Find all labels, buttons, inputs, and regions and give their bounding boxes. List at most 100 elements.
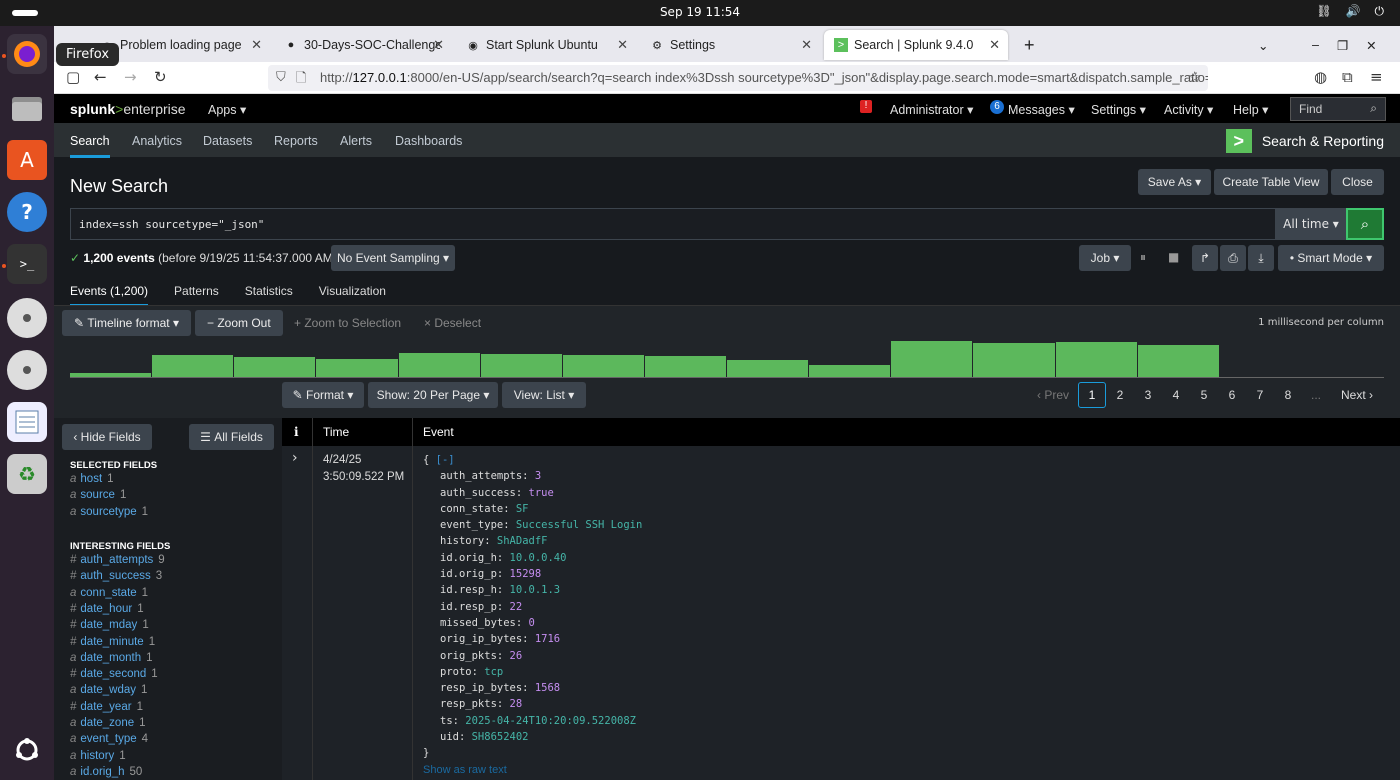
browser-tab[interactable]: ● 30-Days-SOC-Challenge-E ✕ (274, 30, 452, 60)
nav-alerts[interactable]: Alerts (340, 134, 372, 148)
timeline-bar[interactable] (891, 340, 973, 377)
field-item[interactable]: # date_hour 1 (70, 603, 144, 615)
field-item[interactable]: a id.orig_h 50 (70, 766, 142, 778)
time-range-picker[interactable]: All time ▾ (1276, 208, 1346, 240)
alert-icon[interactable]: ! (860, 100, 872, 113)
close-tab-icon[interactable]: ✕ (433, 37, 444, 53)
firefox-icon[interactable] (7, 34, 47, 74)
browser-tab[interactable]: ⚙ Settings ✕ (640, 30, 820, 60)
timeline-bar[interactable] (1055, 342, 1137, 377)
minimize-icon[interactable]: – (1312, 38, 1319, 52)
close-tab-icon[interactable]: ✕ (251, 37, 262, 53)
timeline-bar[interactable] (152, 354, 234, 377)
timeline-bar[interactable] (480, 354, 562, 377)
field-item[interactable]: a host 1 (70, 473, 114, 485)
splunk-logo[interactable]: splunk>enterprise (70, 101, 186, 117)
trash-icon[interactable]: ♻ (7, 454, 47, 494)
show-apps-icon[interactable] (7, 730, 47, 770)
field-item[interactable]: a history 1 (70, 750, 126, 762)
create-table-view-button[interactable]: Create Table View (1214, 169, 1328, 195)
messages-badge[interactable]: 6 (990, 100, 1004, 114)
help-menu[interactable]: Help ▾ (1233, 102, 1268, 117)
files-icon[interactable] (7, 88, 47, 128)
nav-datasets[interactable]: Datasets (203, 134, 252, 148)
close-button[interactable]: Close (1331, 169, 1384, 195)
tab-events[interactable]: Events (1,200) (70, 284, 149, 307)
field-item[interactable]: a date_zone 1 (70, 717, 146, 729)
timeline-bar[interactable] (809, 364, 891, 377)
browser-tab-active[interactable]: > Search | Splunk 9.4.0 ✕ (824, 30, 1008, 60)
show-raw-text-link[interactable]: Show as raw text (423, 762, 642, 778)
disc-icon[interactable] (7, 350, 47, 390)
save-as-button[interactable]: Save As ▾ (1138, 169, 1211, 195)
share-icon[interactable]: ↱ (1192, 245, 1218, 271)
timeline-bar[interactable] (234, 357, 316, 377)
reload-icon[interactable]: ↻ (154, 68, 167, 86)
hide-fields-button[interactable]: ‹ Hide Fields (62, 424, 152, 450)
page-6[interactable]: 6 (1218, 382, 1246, 408)
messages-menu[interactable]: Messages ▾ (1008, 102, 1075, 117)
power-icon[interactable]: ⏻ (1375, 4, 1385, 19)
timeline-bar[interactable] (562, 354, 644, 377)
pause-icon[interactable]: ⏸ (1140, 250, 1146, 265)
page-5[interactable]: 5 (1190, 382, 1218, 408)
url-bar[interactable]: ⛉ 🗋 http://127.0.0.1:8000/en-US/app/sear… (268, 65, 1208, 91)
new-tab-button[interactable]: + (1014, 30, 1045, 60)
deselect-button[interactable]: × Deselect (412, 310, 493, 336)
tab-visualization[interactable]: Visualization (319, 284, 386, 307)
timeline-bar[interactable] (316, 358, 398, 377)
forward-icon[interactable]: → (124, 68, 137, 86)
page-8[interactable]: 8 (1274, 382, 1302, 408)
page-1[interactable]: 1 (1078, 382, 1106, 408)
page-2[interactable]: 2 (1106, 382, 1134, 408)
timeline-bar[interactable] (398, 353, 480, 377)
close-tab-icon[interactable]: ✕ (989, 37, 1000, 53)
text-editor-icon[interactable] (7, 402, 47, 442)
timeline-bar[interactable] (1137, 344, 1219, 377)
maximize-icon[interactable]: ❐ (1337, 38, 1348, 53)
next-page-button[interactable]: Next › (1330, 382, 1384, 408)
search-button[interactable]: ⌕ (1346, 208, 1384, 240)
time-column-header[interactable]: Time (323, 425, 349, 439)
menu-icon[interactable]: ≡ (1370, 68, 1383, 86)
timeline-format-button[interactable]: ✎ Timeline format ▾ (62, 310, 191, 336)
disc-icon[interactable] (7, 298, 47, 338)
clock[interactable]: Sep 19 11:54 (0, 5, 1400, 19)
expand-chevron-icon[interactable]: › (292, 450, 298, 466)
page-info-icon[interactable]: 🗋 (296, 69, 306, 91)
activity-menu[interactable]: Activity ▾ (1164, 102, 1213, 117)
field-item[interactable]: # auth_attempts 9 (70, 554, 165, 566)
view-dropdown[interactable]: View: List ▾ (502, 382, 586, 408)
close-tab-icon[interactable]: ✕ (617, 37, 628, 53)
search-mode-dropdown[interactable]: • Smart Mode ▾ (1278, 245, 1384, 271)
field-item[interactable]: # date_second 1 (70, 668, 158, 680)
timeline-bar[interactable] (644, 356, 726, 377)
nav-dashboards[interactable]: Dashboards (395, 134, 462, 148)
volume-icon[interactable]: 🔊 (1346, 4, 1361, 19)
field-item[interactable]: # date_mday 1 (70, 619, 149, 631)
tab-overview-icon[interactable]: ▢ (66, 68, 80, 86)
all-fields-button[interactable]: ☰ All Fields (189, 424, 274, 450)
close-tab-icon[interactable]: ✕ (801, 37, 812, 53)
nav-analytics[interactable]: Analytics (132, 134, 182, 148)
terminal-icon[interactable]: >_ (7, 244, 47, 284)
field-item[interactable]: a source 1 (70, 489, 126, 501)
extensions-icon[interactable]: ⧉ (1342, 68, 1353, 86)
settings-menu[interactable]: Settings ▾ (1091, 102, 1146, 117)
account-icon[interactable]: ◍ (1314, 68, 1327, 86)
job-menu[interactable]: Job ▾ (1079, 245, 1131, 271)
event-sampling-dropdown[interactable]: No Event Sampling ▾ (331, 245, 455, 271)
page-7[interactable]: 7 (1246, 382, 1274, 408)
app-center-icon[interactable]: A (7, 140, 47, 180)
timeline-histogram[interactable] (70, 339, 1384, 377)
shield-icon[interactable]: ⛉ (276, 69, 286, 85)
field-item[interactable]: a date_wday 1 (70, 684, 147, 696)
collapse-toggle[interactable]: [-] (436, 454, 455, 466)
system-tray[interactable]: ⛓ 🔊 ⏻ (1316, 4, 1384, 19)
timeline-bar[interactable] (973, 342, 1055, 377)
zoom-out-button[interactable]: − Zoom Out (195, 310, 283, 336)
close-window-icon[interactable]: ✕ (1366, 38, 1376, 53)
bookmark-star-icon[interactable]: ☆ (1188, 68, 1201, 86)
administrator-menu[interactable]: Administrator ▾ (890, 102, 973, 117)
find-input[interactable]: Find ⌕ (1290, 97, 1386, 121)
